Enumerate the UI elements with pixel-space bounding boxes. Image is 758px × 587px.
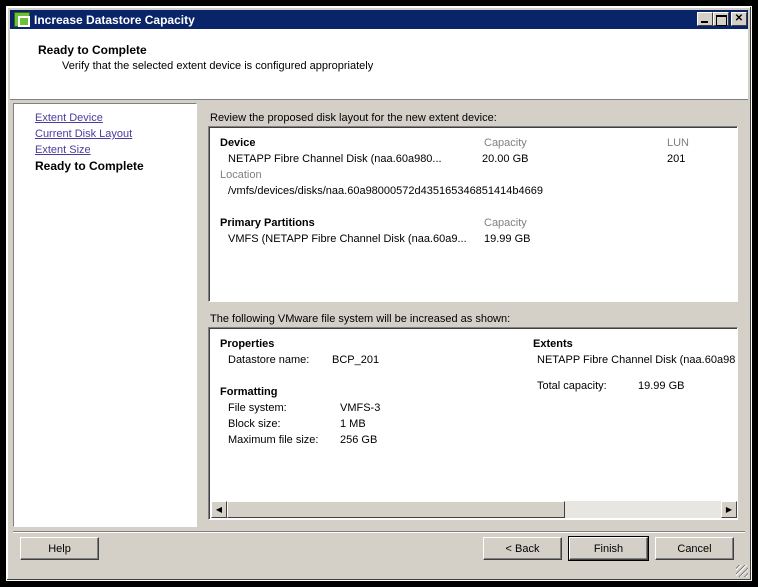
- disk-layout-panel: Device Capacity LUN NETAPP Fibre Channel…: [208, 126, 738, 302]
- file-system-label: File system:: [228, 402, 287, 414]
- scrollbar-thumb[interactable]: [227, 501, 565, 518]
- step-ready-to-complete: Ready to Complete: [35, 159, 144, 173]
- properties-header: Properties: [220, 338, 275, 350]
- filesystem-panel: Properties Datastore name: BCP_201 Forma…: [208, 327, 738, 520]
- step-current-disk-layout[interactable]: Current Disk Layout: [35, 128, 132, 140]
- scroll-right-arrow-icon[interactable]: ▶: [721, 501, 737, 518]
- page-title: Ready to Complete: [38, 43, 147, 57]
- disk-layout-caption: Review the proposed disk layout for the …: [210, 112, 497, 124]
- close-button[interactable]: ✕: [731, 12, 747, 26]
- resize-grip-icon[interactable]: [736, 565, 748, 577]
- device-capacity: 20.00 GB: [482, 153, 529, 165]
- wizard-header: Ready to Complete Verify that the select…: [10, 29, 748, 100]
- max-file-size-label: Maximum file size:: [228, 434, 319, 446]
- help-button[interactable]: Help: [20, 537, 99, 560]
- primary-partitions-header: Primary Partitions: [220, 217, 315, 229]
- datastore-name-label: Datastore name:: [228, 354, 310, 366]
- minimize-button[interactable]: [697, 12, 713, 26]
- device-location: /vmfs/devices/disks/naa.60a98000572d4351…: [228, 185, 543, 197]
- step-extent-size[interactable]: Extent Size: [35, 144, 91, 156]
- extents-header: Extents: [533, 338, 573, 350]
- datastore-name-value: BCP_201: [332, 354, 380, 366]
- lun-header: LUN: [667, 137, 690, 149]
- device-header: Device: [220, 137, 256, 149]
- partition-name: VMFS (NETAPP Fibre Channel Disk (naa.60a…: [228, 233, 467, 245]
- location-header: Location: [220, 169, 262, 181]
- scroll-left-arrow-icon[interactable]: ◀: [211, 501, 227, 518]
- total-capacity-label: Total capacity:: [537, 380, 607, 392]
- wizard-window: Increase Datastore Capacity ✕ Ready to C…: [6, 6, 752, 581]
- max-file-size-value: 256 GB: [340, 434, 378, 446]
- file-system-value: VMFS-3: [340, 402, 381, 414]
- page-subtitle: Verify that the selected extent device i…: [62, 60, 374, 72]
- title-bar[interactable]: Increase Datastore Capacity ✕: [10, 10, 748, 29]
- extent-device-name: NETAPP Fibre Channel Disk (naa.60a9800: [537, 354, 735, 366]
- vsphere-app-icon: [14, 12, 30, 27]
- partition-capacity-header: Capacity: [484, 217, 527, 229]
- formatting-header: Formatting: [220, 386, 278, 398]
- device-name: NETAPP Fibre Channel Disk (naa.60a980...: [228, 153, 442, 165]
- capacity-header: Capacity: [484, 137, 527, 149]
- back-button[interactable]: < Back: [483, 537, 562, 560]
- finish-button[interactable]: Finish: [568, 536, 649, 561]
- step-extent-device[interactable]: Extent Device: [35, 112, 103, 124]
- wizard-steps: Extent Device Current Disk Layout Extent…: [13, 103, 197, 527]
- block-size-value: 1 MB: [340, 418, 366, 430]
- partition-capacity: 19.99 GB: [484, 233, 531, 245]
- horizontal-scrollbar[interactable]: ◀ ▶: [211, 501, 737, 518]
- footer-separator: [13, 531, 745, 533]
- device-lun: 201: [667, 153, 686, 165]
- window-title: Increase Datastore Capacity: [34, 13, 195, 27]
- total-capacity-value: 19.99 GB: [638, 380, 685, 392]
- filesystem-caption: The following VMware file system will be…: [210, 313, 511, 325]
- block-size-label: Block size:: [228, 418, 281, 430]
- maximize-button[interactable]: [713, 12, 729, 26]
- cancel-button[interactable]: Cancel: [655, 537, 734, 560]
